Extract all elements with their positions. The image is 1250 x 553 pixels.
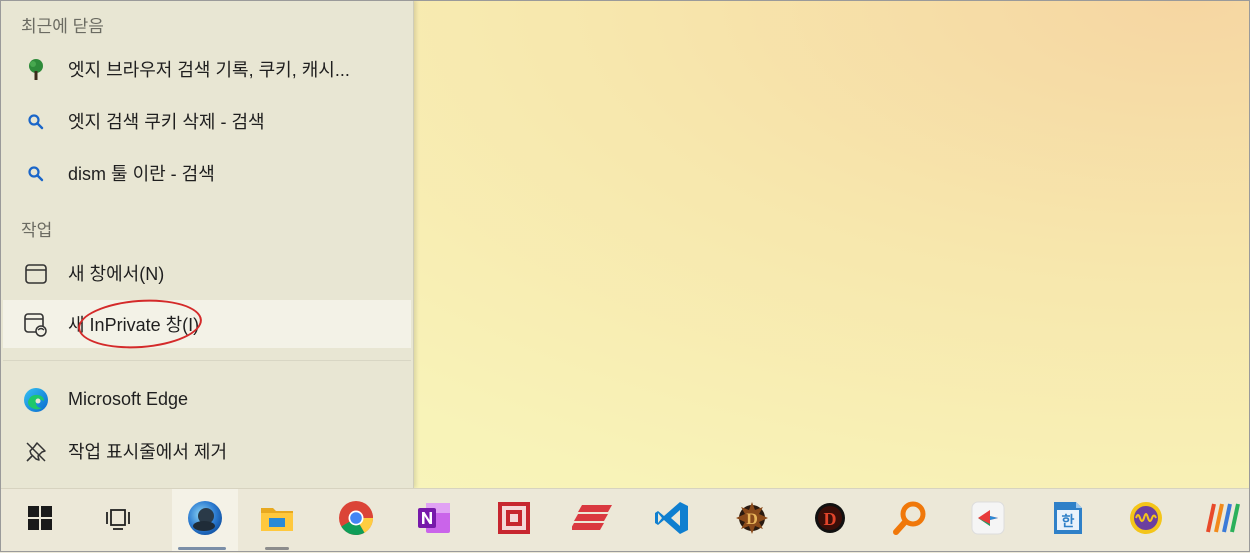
chrome-icon [338,500,374,541]
tree-favicon-icon [23,57,49,83]
file-explorer-icon [259,502,295,539]
task-view-icon [104,505,132,536]
hangul-icon: 한 [1051,500,1085,541]
app-item-unpin[interactable]: 작업 표시줄에서 제거 [3,427,411,475]
magnifier-icon [892,500,928,541]
unpin-icon [23,439,49,465]
task-label: 새 창에서(N) [68,264,165,284]
taskbar-magnifier[interactable] [880,489,940,551]
edge-icon [23,387,49,413]
app-label: Microsoft Edge [68,388,189,409]
taskbar-onenote[interactable] [404,489,464,551]
diablo-dark-icon: D [812,500,848,541]
taskbar-expressvpn[interactable] [563,489,623,551]
taskbar: D D 한 [0,488,1250,553]
recent-item-dism-search[interactable]: dism 툴 이란 - 검색 [3,149,411,197]
svg-text:한: 한 [1062,514,1075,530]
stripes-app-icon [1200,500,1240,541]
diablo-icon: D [734,500,770,541]
task-view-button[interactable] [88,489,148,551]
divider [3,360,411,361]
paint-app-icon [970,500,1006,541]
pixel-app-icon [496,500,532,541]
express-vpn-icon [570,503,614,538]
taskbar-vscode[interactable] [642,489,702,551]
taskbar-paint-app[interactable] [958,489,1018,551]
svg-text:D: D [824,509,837,529]
windows-start-icon [27,505,53,536]
taskbar-diablo[interactable]: D [722,489,782,551]
tasks-header: 작업 [21,221,53,240]
recent-item-label: 엣지 브라우저 검색 기록, 쿠키, 캐시... [68,60,350,80]
task-new-window[interactable]: 새 창에서(N) [3,249,411,297]
app-item-microsoft-edge[interactable]: Microsoft Edge [3,375,411,423]
search-icon [23,161,49,187]
new-window-icon [23,261,49,287]
running-indicator [265,547,289,550]
active-indicator [178,547,226,550]
audio-wave-icon [1128,500,1164,541]
taskbar-edge[interactable] [172,489,238,551]
taskbar-stripes-app[interactable] [1190,489,1250,551]
vscode-icon [654,500,690,541]
recent-item-label: dism 툴 이란 - 검색 [68,164,215,184]
search-icon [23,109,49,135]
recent-item-edge-cookie-search[interactable]: 엣지 검색 쿠키 삭제 - 검색 [3,97,411,145]
taskbar-pixel-app[interactable] [484,489,544,551]
taskbar-hangul[interactable]: 한 [1038,489,1098,551]
taskbar-file-explorer[interactable] [247,489,307,551]
svg-text:D: D [746,511,758,528]
app-label: 작업 표시줄에서 제거 [68,442,228,462]
recent-closed-header: 최근에 닫음 [21,17,104,36]
taskbar-chrome[interactable] [326,489,386,551]
task-new-inprivate-window[interactable]: 새 InPrivate 창(I) [3,300,411,348]
recent-item-edge-history[interactable]: 엣지 브라우저 검색 기록, 쿠키, 캐시... [3,45,411,93]
taskbar-diablo-dark[interactable]: D [800,489,860,551]
jump-list-panel: 최근에 닫음 엣지 브라우저 검색 기록, 쿠키, 캐시... 엣지 검색 쿠키… [0,0,414,488]
taskbar-audio-wave[interactable] [1116,489,1176,551]
recent-item-label: 엣지 검색 쿠키 삭제 - 검색 [68,112,265,132]
start-button[interactable] [10,489,70,551]
edge-icon [186,499,224,542]
onenote-icon [416,501,452,540]
inprivate-window-icon [23,312,49,338]
